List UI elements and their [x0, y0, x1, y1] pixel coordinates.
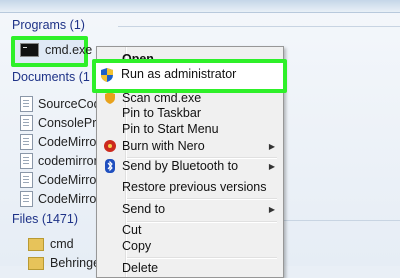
menu-label: Restore previous versions [122, 180, 267, 194]
menu-item-send-to[interactable]: Send to ▶ [97, 199, 283, 219]
menu-label: Run as administrator [121, 67, 237, 81]
submenu-arrow-icon: ▶ [268, 204, 275, 214]
documents-group-title: Documents (1 [12, 70, 90, 84]
program-item-cmd[interactable]: cmd.exe [20, 43, 92, 57]
program-label: cmd.exe [45, 43, 93, 57]
menu-item-restore[interactable]: Restore previous versions [97, 177, 283, 197]
document-icon [20, 96, 33, 112]
document-label: CodeMirror [38, 192, 101, 206]
menu-label: Burn with Nero [122, 139, 205, 153]
menu-label: Pin to Start Menu [122, 122, 219, 136]
top-strip [0, 0, 400, 13]
document-icon [20, 191, 33, 207]
document-label: CodeMirror [38, 135, 101, 149]
menu-item-delete[interactable]: Delete [97, 258, 283, 278]
menu-label: Send to [122, 202, 166, 216]
programs-group-title: Programs (1) [12, 18, 85, 32]
document-item[interactable]: CodeMirror [20, 170, 101, 190]
file-label: cmd [50, 237, 74, 251]
menu-label: Delete [122, 261, 159, 275]
document-label: ConsolePro [38, 116, 104, 130]
document-icon [20, 115, 33, 131]
document-item[interactable]: CodeMirror [20, 189, 101, 209]
menu-item-burn-nero[interactable]: Burn with Nero ▶ [97, 136, 283, 156]
menu-item-bluetooth[interactable]: Send by Bluetooth to ▶ [97, 156, 283, 176]
uac-shield-icon [101, 68, 113, 82]
document-label: codemirror [38, 154, 98, 168]
folder-icon [28, 256, 44, 270]
folder-icon [28, 237, 44, 251]
submenu-arrow-icon: ▶ [268, 161, 275, 171]
document-icon [20, 172, 33, 188]
document-item[interactable]: CodeMirror [20, 132, 101, 152]
menu-label: Copy [122, 239, 152, 253]
bluetooth-icon [105, 159, 115, 173]
document-label: CodeMirror [38, 173, 101, 187]
files-group-title: Files (1471) [12, 212, 78, 226]
file-item[interactable]: cmd [28, 234, 74, 254]
menu-item-copy[interactable]: Copy [97, 236, 283, 256]
console-icon [20, 43, 39, 57]
menu-item-run-as-admin[interactable]: Run as administrator [92, 59, 287, 93]
document-icon [20, 134, 33, 150]
submenu-arrow-icon: ▶ [268, 141, 275, 151]
programs-divider [118, 26, 400, 27]
document-item[interactable]: codemirror [20, 151, 98, 171]
menu-label: Cut [122, 223, 142, 237]
document-item[interactable]: SourceCode [20, 94, 108, 114]
menu-label: Send by Bluetooth to [122, 159, 239, 173]
nero-icon [104, 140, 116, 152]
menu-label: Pin to Taskbar [122, 106, 201, 120]
document-icon [20, 153, 33, 169]
document-item[interactable]: ConsolePro [20, 113, 103, 133]
